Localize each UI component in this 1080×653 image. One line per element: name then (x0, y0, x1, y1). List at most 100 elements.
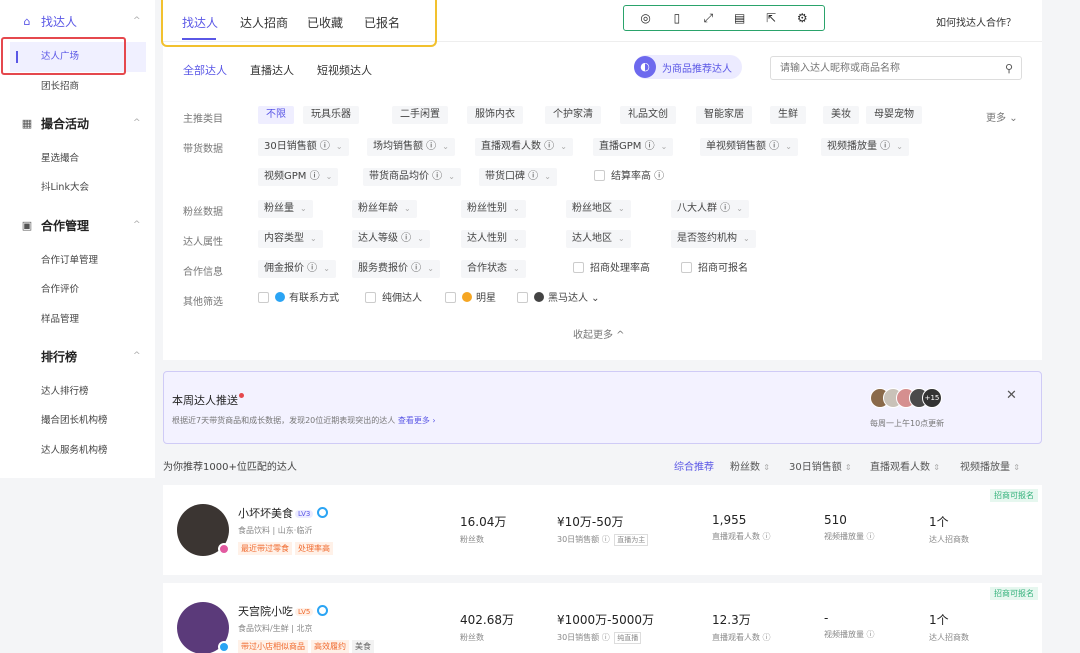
sidebar-item-service-rank[interactable]: 达人服务机构榜 (41, 442, 108, 460)
dropdown-sales[interactable]: 单视频销售额 ⓘ ⌄ (700, 138, 798, 156)
sidebar-item-orders[interactable]: 合作订单管理 (41, 252, 98, 270)
dropdown-coop[interactable]: 佣金报价 ⓘ ⌄ (258, 260, 336, 278)
sidebar-item-leader-rank[interactable]: 撮合团长机构榜 (41, 412, 108, 430)
chip-category[interactable]: 玩具乐器 (303, 106, 359, 124)
chip-category[interactable]: 礼品文创 (620, 106, 676, 124)
dropdown-sales[interactable]: 场均销售额 ⓘ ⌄ (367, 138, 455, 156)
dropdown-attr[interactable]: 达人性别 ⌄ (461, 230, 526, 248)
sidebar-item-reviews[interactable]: 合作评价 (41, 281, 79, 299)
screenshot-icon[interactable]: ◎ (639, 11, 653, 25)
sort-video-plays[interactable]: 视频播放量 ⇕ (960, 458, 1020, 473)
sort-sales[interactable]: 30日销售额 ⇕ (789, 458, 852, 473)
dropdown-fans[interactable]: 粉丝量 ⌄ (258, 200, 313, 218)
chevron-down-icon: ⌄ (513, 234, 520, 243)
checkbox-star[interactable]: 明星 (445, 290, 496, 308)
checkbox-box (681, 262, 692, 273)
more-categories-button[interactable]: 更多 ⌄ (986, 109, 1018, 124)
dropdown-attr[interactable]: 内容类型 ⌄ (258, 230, 323, 248)
dropdown-sales[interactable]: 视频GPM ⓘ ⌄ (258, 168, 339, 186)
checkbox-coop[interactable]: 招商处理率高 (573, 260, 650, 278)
list-header: 为你推荐1000+位匹配的达人 (163, 462, 297, 473)
avatar (177, 602, 230, 653)
chip-category[interactable]: 智能家居 (696, 106, 752, 124)
dropdown-sales[interactable]: 带货口碑 ⓘ ⌄ (479, 168, 557, 186)
sidebar-item-link-conf[interactable]: 抖Link大会 (41, 179, 89, 197)
chip-category[interactable]: 服饰内衣 (467, 106, 523, 124)
sidebar-group-label: 排行榜 (41, 349, 78, 364)
dropdown-label: 服务费报价 (358, 263, 408, 274)
close-icon[interactable]: ✕ (1006, 388, 1017, 403)
dropdown-sales[interactable]: 带货商品均价 ⓘ ⌄ (363, 168, 461, 186)
sort-live-viewers[interactable]: 直播观看人数 ⇕ (870, 458, 940, 473)
dropdown-sales[interactable]: 视频播放量 ⓘ ⌄ (821, 138, 909, 156)
dropdown-fans[interactable]: 粉丝地区 ⌄ (566, 200, 631, 218)
help-link[interactable]: 如何找达人合作？ (936, 14, 1016, 29)
status-badge: 招商可报名 (990, 489, 1038, 502)
subtab-all[interactable]: 全部达人 (183, 62, 227, 78)
checkbox-label: 有联系方式 (289, 293, 339, 304)
filter-label-attrs: 达人属性 (183, 237, 223, 248)
chevron-up-icon: ^ (133, 220, 141, 230)
sort-label: 粉丝数 (730, 462, 760, 473)
share-icon[interactable]: ⇱ (764, 11, 778, 25)
chip-category[interactable]: 个护家清 (545, 106, 601, 124)
sidebar-item-creator-rank[interactable]: 达人排行榜 (41, 383, 89, 401)
dropdown-label: 粉丝量 (264, 203, 294, 214)
chip-category[interactable]: 不限 (258, 106, 294, 124)
copy-icon[interactable]: ▯ (670, 11, 684, 25)
dropdown-fans[interactable]: 粉丝年龄 ⌄ (352, 200, 417, 218)
settings-icon[interactable]: ⚙ (795, 11, 809, 25)
checkbox-contact[interactable]: 有联系方式 (258, 290, 339, 308)
creator-card[interactable]: 招商可报名 天宫院小吃 LV5 食品饮料/生鲜 | 北京 带过小店相似商品 高效履约… (163, 583, 1042, 653)
sidebar-item-team-leader[interactable]: 团长招商 (41, 78, 79, 96)
dropdown-sales[interactable]: 直播观看人数 ⓘ ⌄ (475, 138, 573, 156)
weekly-avatars[interactable]: +15 (870, 388, 942, 410)
sidebar-group-matching[interactable]: ▦ 撮合活动 ^ (0, 111, 155, 135)
recommend-button[interactable]: ◐ 为商品推荐达人 (634, 55, 742, 79)
checkbox-pure-commission[interactable]: 纯佣达人 (365, 290, 422, 308)
dropdown-attr[interactable]: 达人等级 ⓘ ⌄ (352, 230, 430, 248)
collapse-filters-button[interactable]: 收起更多 ^ (573, 326, 625, 341)
dropdown-coop[interactable]: 合作状态 ⌄ (461, 260, 526, 278)
filter-label-sales: 带货数据 (183, 144, 223, 155)
more-avatars-count: +15 (922, 388, 942, 408)
dropdown-sales[interactable]: 30日销售额 ⓘ ⌄ (258, 138, 349, 156)
dropdown-fans[interactable]: 八大人群 ⓘ ⌄ (671, 200, 749, 218)
chip-category[interactable]: 美妆 (823, 106, 859, 124)
dropdown-attr[interactable]: 是否签约机构 ⌄ (671, 230, 756, 248)
checkbox-settle-rate[interactable]: 结算率高 ⓘ (594, 168, 664, 186)
subtab-video[interactable]: 短视频达人 (317, 62, 372, 78)
expand-icon[interactable]: ⤢ (701, 11, 715, 25)
stat-value: - (824, 611, 829, 625)
dropdown-coop[interactable]: 服务费报价 ⓘ ⌄ (352, 260, 440, 278)
dropdown-label: 带货商品均价 (369, 171, 429, 182)
checkbox-dark-horse[interactable]: 黑马达人 ⌄ (517, 290, 600, 308)
highlight-box-yellow (161, 0, 437, 47)
sort-default[interactable]: 综合推荐 (674, 458, 714, 473)
creator-card[interactable]: 招商可报名 小坏坏美食 LV3 食品饮料 | 山东·临沂 最近带过零食 处理率高 1… (163, 485, 1042, 575)
creator-name[interactable]: 天宫院小吃 LV5 (238, 603, 329, 619)
dropdown-sales[interactable]: 直播GPM ⓘ ⌄ (593, 138, 674, 156)
dropdown-label: 粉丝年龄 (358, 203, 398, 214)
weekly-push-banner: 本周达人推送 根据近7天带货商品和成长数据，发现20位近期表现突出的达人 查看更… (163, 371, 1042, 444)
chip-category[interactable]: 生鲜 (770, 106, 806, 124)
dropdown-fans[interactable]: 粉丝性别 ⌄ (461, 200, 526, 218)
sort-fans[interactable]: 粉丝数 ⇕ (730, 458, 770, 473)
sidebar-group-find-creator[interactable]: ⌂ 找达人 ^ (0, 9, 155, 33)
checkbox-coop[interactable]: 招商可报名 (681, 260, 748, 278)
search-input[interactable] (780, 61, 990, 76)
sidebar-item-samples[interactable]: 样品管理 (41, 311, 79, 329)
chip-category[interactable]: 母婴宠物 (866, 106, 922, 124)
weekly-more-link[interactable]: 查看更多 › (398, 416, 436, 425)
sort-arrows-icon: ⇕ (844, 463, 852, 472)
creator-name[interactable]: 小坏坏美食 LV3 (238, 505, 329, 521)
dropdown-attr[interactable]: 达人地区 ⌄ (566, 230, 631, 248)
sidebar-group-cooperation[interactable]: ▣ 合作管理 ^ (0, 213, 155, 237)
subtab-live[interactable]: 直播达人 (250, 62, 294, 78)
save-icon[interactable]: ▤ (733, 11, 747, 25)
sidebar-group-ranking[interactable]: 排行榜 ^ (0, 344, 155, 368)
search-icon[interactable]: ⚲ (1005, 62, 1013, 75)
chip-category[interactable]: 二手闲置 (392, 106, 448, 124)
chevron-down-icon: ⌄ (404, 204, 411, 213)
sidebar-item-star-match[interactable]: 星选撮合 (41, 150, 79, 168)
